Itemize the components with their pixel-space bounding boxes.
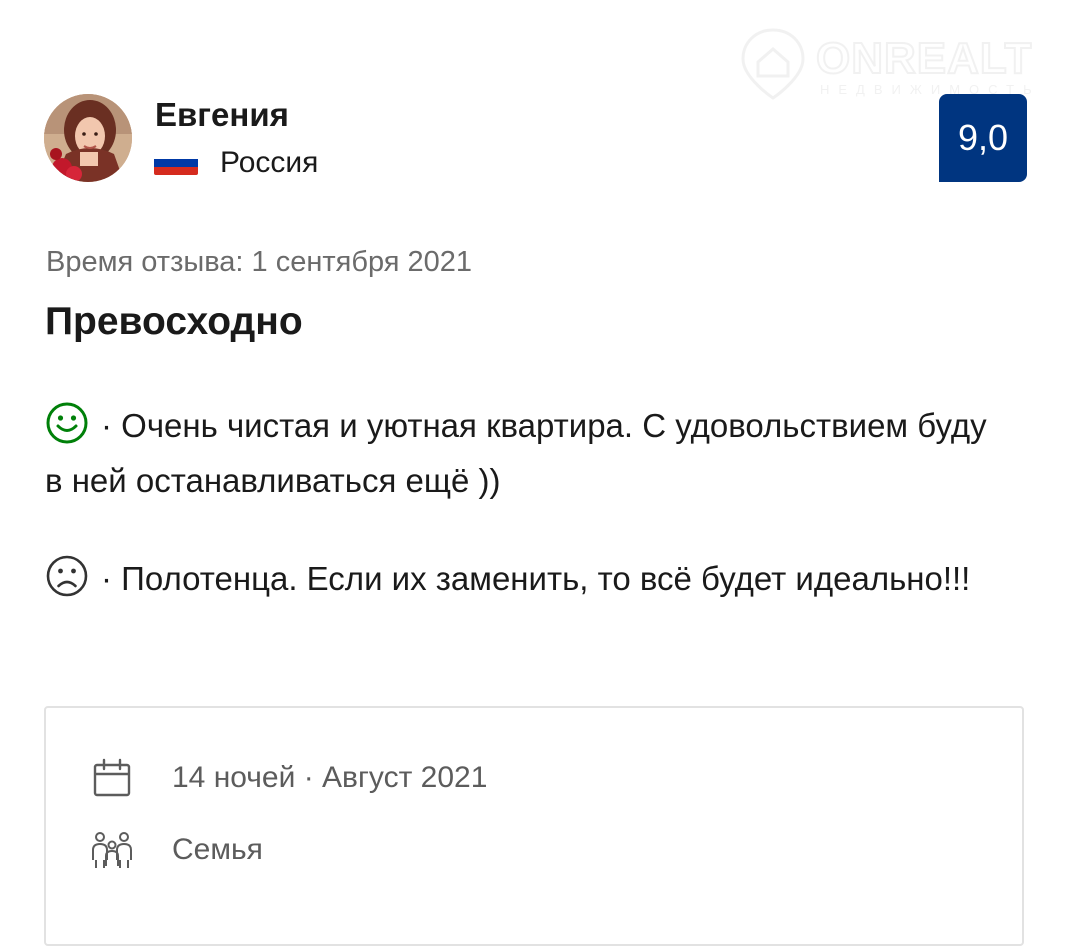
- review-date: Время отзыва: 1 сентября 2021: [46, 246, 473, 278]
- avatar-photo: [44, 94, 132, 182]
- reviewer-country-row: Россия: [154, 145, 318, 181]
- reviewer-country: Россия: [220, 146, 319, 179]
- stay-details-card: 14 ночей · Август 2021 Семья: [44, 706, 1024, 946]
- review-positive: · Очень чистая и уютная квартира. С удов…: [45, 398, 1005, 508]
- traveler-type-row: Семья: [90, 828, 263, 872]
- review-negative: · Полотенца. Если их заменить, то всё бу…: [45, 551, 1005, 606]
- russia-flag-icon: [154, 151, 198, 175]
- house-pin-icon: [741, 28, 805, 100]
- smile-icon: [46, 402, 88, 444]
- review-positive-text: · Очень чистая и уютная квартира. С удов…: [45, 407, 987, 499]
- review-score-badge: 9,0: [939, 94, 1027, 182]
- avatar[interactable]: [44, 94, 132, 182]
- review-header: Евгения Россия 9,0: [44, 92, 1028, 184]
- review-negative-text: · Полотенца. Если их заменить, то всё бу…: [101, 560, 971, 597]
- frown-icon: [46, 555, 88, 597]
- calendar-icon: [90, 756, 134, 800]
- review-title: Превосходно: [45, 300, 303, 343]
- stay-nights-text: 14 ночей · Август 2021: [172, 761, 488, 794]
- family-icon: [90, 828, 134, 872]
- reviewer-name: Евгения: [155, 96, 289, 133]
- traveler-type-text: Семья: [172, 833, 263, 866]
- stay-nights-row: 14 ночей · Август 2021: [90, 756, 487, 800]
- watermark-brand: ONREALT: [815, 33, 1033, 84]
